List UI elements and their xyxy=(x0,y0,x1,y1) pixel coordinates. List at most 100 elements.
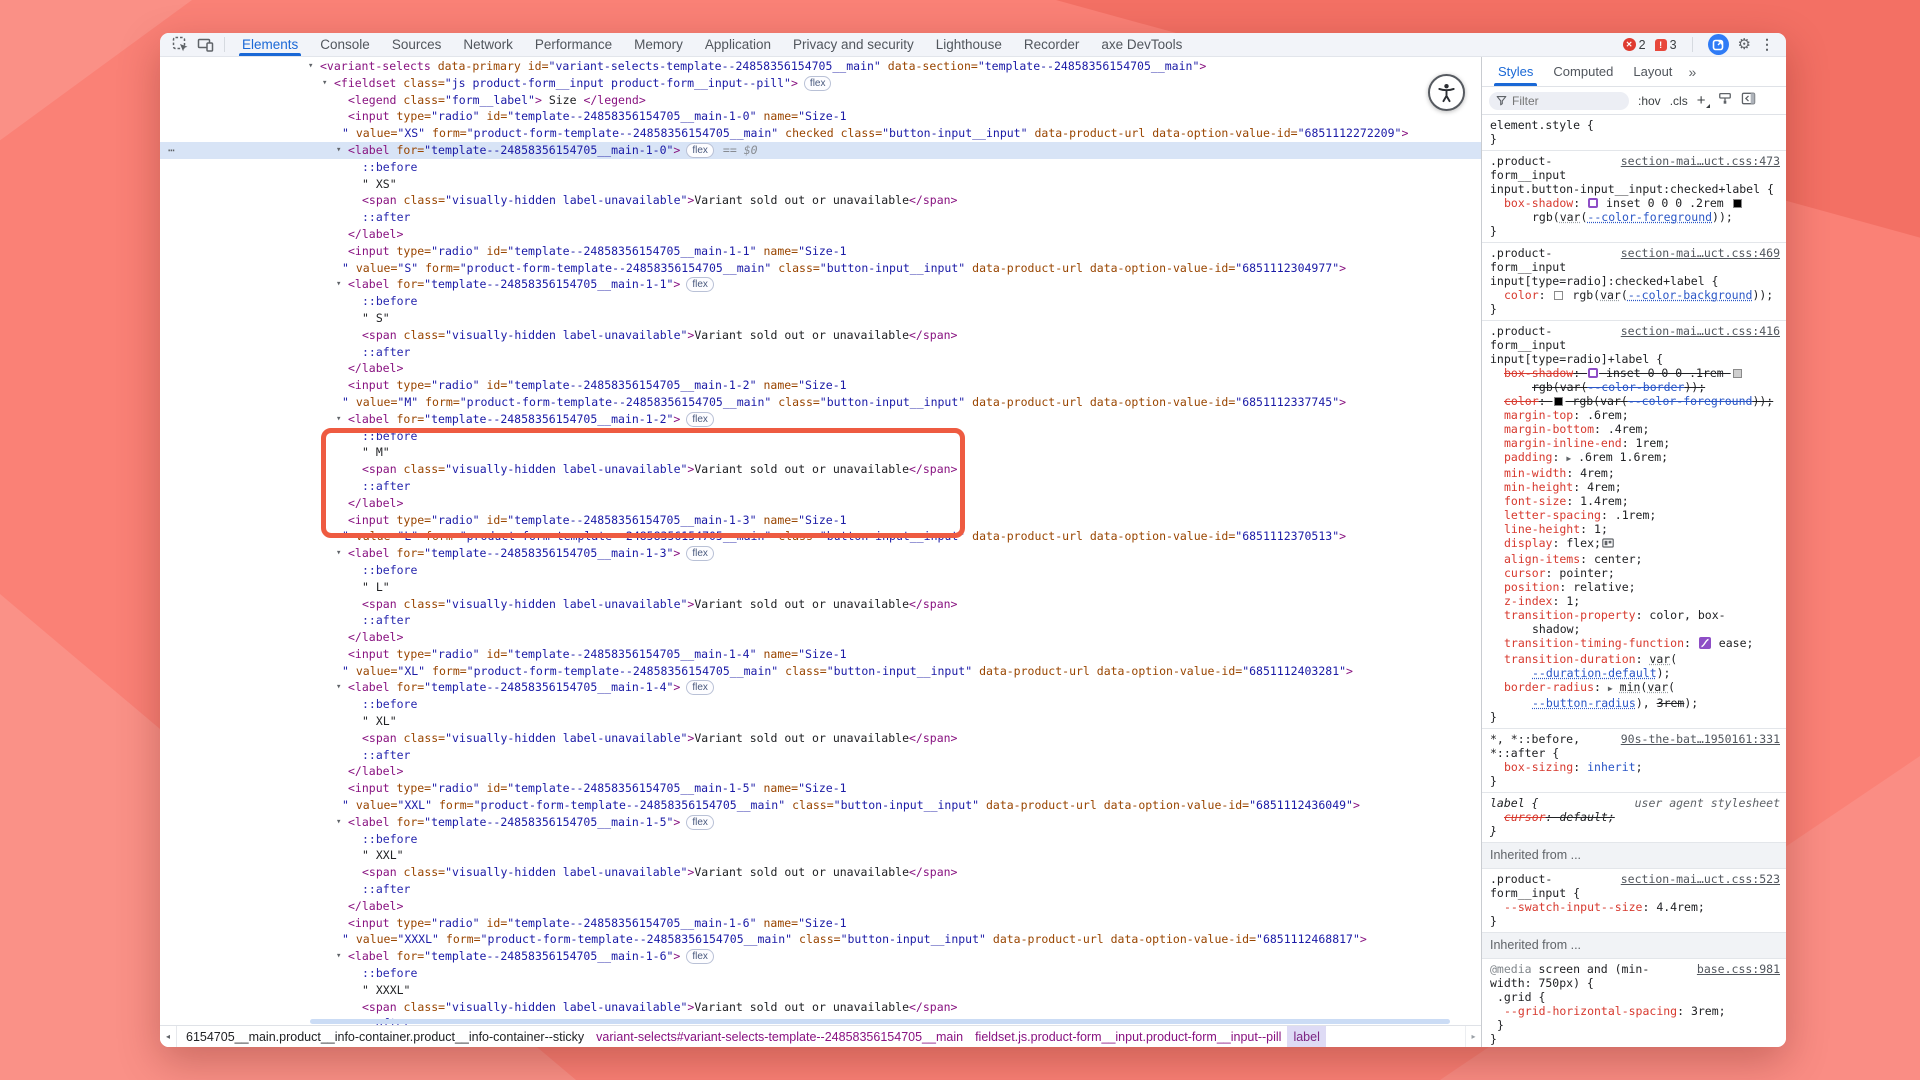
dom-tree-node[interactable]: <span class="visually-hidden label-unava… xyxy=(160,327,1481,344)
flex-badge[interactable]: flex xyxy=(686,143,714,158)
computed-sidebar-toggle-icon[interactable] xyxy=(1741,92,1756,110)
dom-tree-node[interactable]: " XL" xyxy=(160,713,1481,730)
inspect-element-icon[interactable] xyxy=(172,36,189,53)
shadow-editor-icon[interactable] xyxy=(1588,198,1598,208)
dom-tree-node[interactable]: ▾<variant-selects data-primary id="varia… xyxy=(160,58,1481,75)
dom-tree-node[interactable]: ▾<label for="template--24858356154705__m… xyxy=(160,948,1481,965)
node-options-dots[interactable]: ⋯ xyxy=(168,142,176,159)
dom-tree-node[interactable]: ::after xyxy=(160,478,1481,495)
flex-badge[interactable]: flex xyxy=(686,277,714,292)
tab-elements[interactable]: Elements xyxy=(231,33,309,56)
flex-badge[interactable]: flex xyxy=(686,815,714,830)
css-declaration[interactable]: box-shadow: inset 0 0 0 .2rem xyxy=(1488,196,1780,210)
css-declaration[interactable]: } xyxy=(1488,914,1780,928)
css-declaration[interactable]: shadow; xyxy=(1488,622,1780,636)
css-declaration[interactable]: *::after { xyxy=(1488,746,1780,760)
css-declaration[interactable]: transition-property: color, box- xyxy=(1488,608,1780,622)
tab-recorder[interactable]: Recorder xyxy=(1013,33,1091,56)
dom-tree-node[interactable]: " value="XXXL" form="product-form-templa… xyxy=(160,931,1481,948)
dom-tree-node[interactable]: " value="XS" form="product-form-template… xyxy=(160,125,1481,142)
bezier-editor-icon[interactable] xyxy=(1699,637,1711,652)
tab-sources[interactable]: Sources xyxy=(381,33,453,56)
more-menu-icon[interactable]: ⋮ xyxy=(1760,36,1774,53)
css-declaration[interactable]: } xyxy=(1488,1018,1780,1032)
css-rule[interactable]: section-mai…uct.css:523.product-form__in… xyxy=(1482,869,1786,933)
dom-tree-node[interactable]: ::before xyxy=(160,696,1481,713)
horizontal-scrollbar[interactable] xyxy=(310,1019,1450,1024)
css-declaration[interactable]: input[type=radio]:checked+label { xyxy=(1488,274,1780,288)
dom-tree-node[interactable]: ::after xyxy=(160,747,1481,764)
css-declaration[interactable]: box-shadow: inset 0 0 0 .1rem xyxy=(1488,366,1780,380)
css-rule[interactable]: user agent stylesheetlabel {cursor: defa… xyxy=(1482,793,1786,843)
tab-performance[interactable]: Performance xyxy=(524,33,623,56)
toggle-element-state-button[interactable]: :hov xyxy=(1638,94,1661,108)
dom-tree-node[interactable]: <input type="radio" id="template--248583… xyxy=(160,512,1481,529)
dom-tree-node[interactable]: ::after xyxy=(160,209,1481,226)
dom-tree-node[interactable]: ▾<label for="template--24858356154705__m… xyxy=(160,814,1481,831)
dom-tree-node[interactable]: ::before xyxy=(160,965,1481,982)
dom-tree-node[interactable]: " M" xyxy=(160,444,1481,461)
css-declaration[interactable]: --grid-horizontal-spacing: 3rem; xyxy=(1488,1004,1780,1018)
dom-tree-node[interactable]: </label> xyxy=(160,763,1481,780)
css-declaration[interactable]: min-height: 4rem; xyxy=(1488,480,1780,494)
extension-icon[interactable] xyxy=(1708,34,1729,55)
css-declaration[interactable]: form__input xyxy=(1488,338,1780,352)
dom-tree-node[interactable]: <input type="radio" id="template--248583… xyxy=(160,780,1481,797)
dom-tree-node[interactable]: ::before xyxy=(160,562,1481,579)
dom-tree-node[interactable]: <span class="visually-hidden label-unava… xyxy=(160,999,1481,1016)
css-declaration[interactable]: box-sizing: inherit; xyxy=(1488,760,1780,774)
dom-tree-node[interactable]: <span class="visually-hidden label-unava… xyxy=(160,461,1481,478)
css-declaration[interactable]: form__input xyxy=(1488,260,1780,274)
css-declaration[interactable]: input[type=radio]+label { xyxy=(1488,352,1780,366)
tab-privacy-and-security[interactable]: Privacy and security xyxy=(782,33,925,56)
element-classes-button[interactable]: .cls xyxy=(1670,94,1688,108)
dom-tree-node[interactable]: " value="S" form="product-form-template-… xyxy=(160,260,1481,277)
stylesheet-link[interactable]: base.css:981 xyxy=(1697,962,1780,976)
css-declaration[interactable]: width: 750px) { xyxy=(1488,976,1780,990)
css-rule[interactable]: section-mai…uct.css:416.product-form__in… xyxy=(1482,321,1786,729)
dom-tree-node[interactable]: </label> xyxy=(160,629,1481,646)
dom-tree-node[interactable]: ::before xyxy=(160,831,1481,848)
dom-tree-node[interactable]: " value="XL" form="product-form-template… xyxy=(160,663,1481,680)
dom-tree-node[interactable]: <input type="radio" id="template--248583… xyxy=(160,377,1481,394)
dom-tree-node[interactable]: <input type="radio" id="template--248583… xyxy=(160,915,1481,932)
css-declaration[interactable]: margin-top: .6rem; xyxy=(1488,408,1780,422)
dom-tree-node[interactable]: " XXL" xyxy=(160,847,1481,864)
color-swatch[interactable] xyxy=(1733,199,1742,208)
sidebar-tab-layout[interactable]: Layout xyxy=(1623,57,1682,86)
css-declaration[interactable]: padding: ▶ .6rem 1.6rem; xyxy=(1488,450,1780,466)
css-declaration[interactable]: rgb(var(--color-foreground)); xyxy=(1488,210,1780,224)
css-rule[interactable]: section-mai…uct.css:469.product-form__in… xyxy=(1482,243,1786,321)
stylesheet-link[interactable]: section-mai…uct.css:473 xyxy=(1621,154,1780,168)
expand-arrow-icon[interactable]: ▾ xyxy=(336,276,341,293)
expand-arrow-icon[interactable]: ▾ xyxy=(336,679,341,696)
dom-tree-node[interactable]: </label> xyxy=(160,495,1481,512)
expand-arrow-icon[interactable]: ▾ xyxy=(336,142,341,159)
expand-arrow-icon[interactable]: ▾ xyxy=(336,948,341,965)
dom-tree-node[interactable]: <legend class="form__label"> Size </lege… xyxy=(160,92,1481,109)
color-swatch[interactable] xyxy=(1554,291,1563,300)
stylesheet-link[interactable]: user agent stylesheet xyxy=(1635,796,1780,810)
css-declaration[interactable]: --button-radius), 3rem); xyxy=(1488,696,1780,710)
css-declaration[interactable]: input.button-input__input:checked+label … xyxy=(1488,182,1780,196)
dom-tree-node[interactable]: ::before xyxy=(160,428,1481,445)
breadcrumb-item[interactable]: 6154705__main.product__info-container.pr… xyxy=(180,1026,590,1047)
dom-tree-node[interactable]: <input type="radio" id="template--248583… xyxy=(160,108,1481,125)
rendering-emulation-icon[interactable] xyxy=(1718,91,1732,110)
stylesheet-link[interactable]: section-mai…uct.css:523 xyxy=(1621,872,1780,886)
tab-lighthouse[interactable]: Lighthouse xyxy=(925,33,1013,56)
css-declaration[interactable]: color: rgb(var(--color-foreground)); xyxy=(1488,394,1780,408)
tab-axe-devtools[interactable]: axe DevTools xyxy=(1090,33,1193,56)
dom-tree-node[interactable]: <span class="visually-hidden label-unava… xyxy=(160,730,1481,747)
css-declaration[interactable]: form__input xyxy=(1488,168,1780,182)
dom-tree-node[interactable]: <input type="radio" id="template--248583… xyxy=(160,646,1481,663)
css-declaration[interactable]: } xyxy=(1488,302,1780,316)
dom-tree-node[interactable]: " L" xyxy=(160,579,1481,596)
flex-badge[interactable]: flex xyxy=(686,546,714,561)
dom-tree-node[interactable]: " value="XXL" form="product-form-templat… xyxy=(160,797,1481,814)
dom-tree-node[interactable]: <input type="radio" id="template--248583… xyxy=(160,243,1481,260)
css-rule[interactable]: base.css:981@media screen and (min-width… xyxy=(1482,959,1786,1047)
breadcrumb-item[interactable]: label xyxy=(1287,1026,1325,1047)
breadcrumb-scroll-right-button[interactable]: ▸ xyxy=(1465,1026,1481,1047)
sidebar-tabs-overflow-icon[interactable]: » xyxy=(1682,57,1702,86)
